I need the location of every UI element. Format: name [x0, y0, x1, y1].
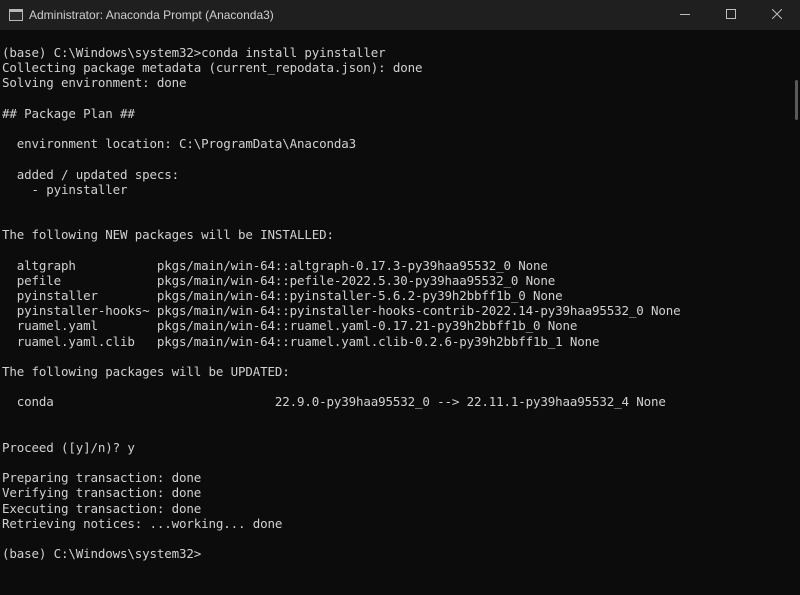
terminal-line: added / updated specs:: [2, 166, 180, 182]
terminal-app-icon: [9, 9, 23, 21]
terminal-output[interactable]: (base) C:\Windows\system32>conda install…: [0, 30, 784, 595]
terminal-line: Proceed ([y]/n)? y: [2, 439, 135, 455]
terminal-line: Collecting package metadata (current_rep…: [2, 60, 423, 76]
maximize-button[interactable]: [708, 0, 754, 30]
maximize-icon: [726, 6, 736, 24]
terminal-line: pyinstaller pkgs/main/win-64::pyinstalle…: [2, 288, 563, 303]
terminal-line: altgraph pkgs/main/win-64::altgraph-0.17…: [2, 257, 548, 273]
terminal-window: Administrator: Anaconda Prompt (Anaconda…: [0, 0, 800, 595]
window-title: Administrator: Anaconda Prompt (Anaconda…: [29, 8, 274, 22]
title-bar[interactable]: Administrator: Anaconda Prompt (Anaconda…: [0, 0, 800, 30]
terminal-line: (base) C:\Windows\system32>: [2, 546, 202, 562]
terminal-line: - pyinstaller: [2, 181, 128, 197]
terminal-line: Executing transaction: done: [2, 500, 202, 516]
minimize-icon: [680, 6, 690, 24]
terminal-line: environment location: C:\ProgramData\Ana…: [2, 136, 357, 152]
terminal-line: Verifying transaction: done: [2, 485, 202, 501]
vertical-scrollbar[interactable]: [792, 40, 798, 593]
terminal-line: Solving environment: done: [2, 75, 187, 91]
terminal-line: ## Package Plan ##: [2, 105, 135, 121]
terminal-line: Preparing transaction: done: [2, 470, 202, 486]
terminal-line: pefile pkgs/main/win-64::pefile-2022.5.3…: [2, 272, 556, 288]
terminal-line: conda 22.9.0-py39haa95532_0 --> 22.11.1-…: [2, 394, 666, 410]
window-controls: [662, 0, 800, 30]
terminal-line: The following packages will be UPDATED:: [2, 363, 290, 379]
minimize-button[interactable]: [662, 0, 708, 30]
close-button[interactable]: [754, 0, 800, 30]
terminal-line: pyinstaller-hooks~ pkgs/main/win-64::pyi…: [2, 303, 681, 319]
terminal-line: ruamel.yaml pkgs/main/win-64::ruamel.yam…: [2, 318, 578, 334]
terminal-line: ruamel.yaml.clib pkgs/main/win-64::ruame…: [2, 333, 600, 349]
scrollbar-thumb[interactable]: [795, 80, 798, 120]
close-icon: [771, 6, 783, 24]
terminal-line: Retrieving notices: ...working... done: [2, 515, 283, 531]
terminal-line: The following NEW packages will be INSTA…: [2, 227, 334, 243]
terminal-line: (base) C:\Windows\system32>conda install…: [2, 45, 386, 60]
